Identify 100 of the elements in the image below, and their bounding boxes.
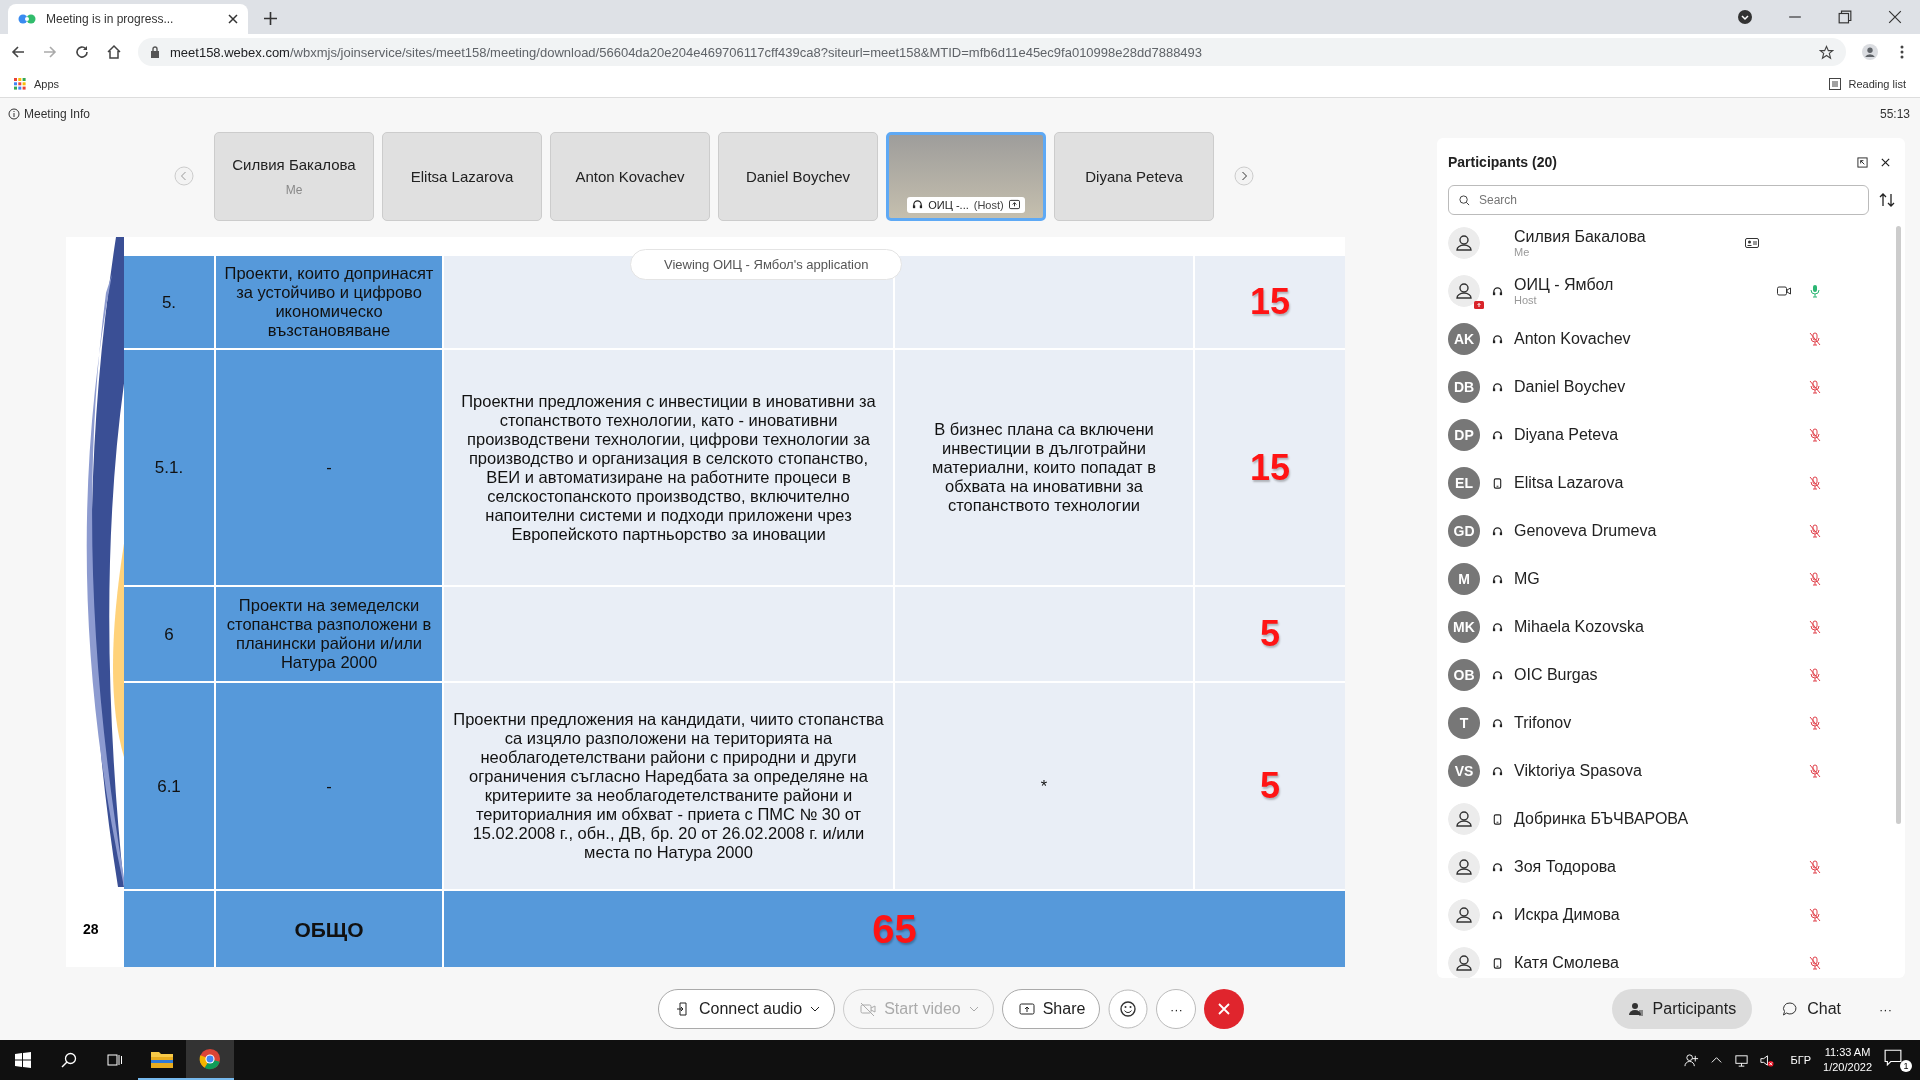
notification-icon: [1884, 1048, 1902, 1066]
participant-role: Me: [1514, 246, 1531, 258]
webex-logo-icon: [18, 13, 36, 25]
tab-title: Meeting is in progress...: [46, 12, 175, 26]
back-icon[interactable]: [10, 44, 26, 60]
participant-tile[interactable]: Anton Kovachev: [550, 131, 710, 221]
more-button[interactable]: ···: [1156, 989, 1197, 1029]
table-cell: *: [895, 683, 1193, 889]
sort-icon[interactable]: [1879, 192, 1895, 208]
reload-icon[interactable]: [74, 44, 90, 60]
chat-icon: [1782, 1001, 1799, 1017]
reading-list-button[interactable]: Reading list: [1828, 77, 1906, 90]
points-value: 5: [1260, 614, 1280, 654]
avatar: OB: [1448, 659, 1480, 691]
language-indicator[interactable]: БГР: [1790, 1054, 1812, 1066]
table-cell: Проектни предложения на кандидати, чиито стопанства са изцяло разположени на територията на необлагодетелствани райони с природни и други ограничения съгласно Наредбата за определяне на критериите за необлагодетелстваните райони и териториалния им обхват - приета с ПМС № 30 от 15.02.2008 г., обн., ДВ, бр. 20 от 26.02.2008 г. и/или места по Натура 2000: [444, 683, 893, 889]
participant-name: Силвия Бакалова: [1514, 228, 1647, 246]
next-icon[interactable]: [1234, 166, 1254, 186]
avatar-icon: [1448, 803, 1480, 835]
muted-mic-icon[interactable]: [1809, 716, 1821, 730]
avatar: DP: [1448, 419, 1480, 451]
participant-tile[interactable]: Силвия Бакалова Me: [214, 131, 374, 221]
participant-tile[interactable]: Diyana Peteva: [1054, 131, 1214, 221]
muted-mic-icon[interactable]: [1809, 908, 1821, 922]
table-cell: 5.1.: [124, 350, 214, 585]
search-field[interactable]: Search: [1448, 185, 1869, 215]
avatar: EL: [1448, 467, 1480, 499]
pop-out-icon[interactable]: [1857, 156, 1868, 168]
table-cell: -: [216, 683, 442, 889]
id-card-icon: [1745, 238, 1759, 248]
participant-role: Me: [285, 182, 303, 197]
muted-mic-icon[interactable]: [1809, 956, 1821, 970]
profile-icon[interactable]: [1862, 44, 1878, 60]
muted-mic-icon[interactable]: [1809, 428, 1821, 442]
participant-name: Искра Димова: [1514, 906, 1621, 924]
notification-count: 1: [1900, 1060, 1912, 1072]
chat-button[interactable]: Chat: [1766, 989, 1857, 1029]
participant-name: Trifonov: [1514, 714, 1573, 732]
avatar-icon: [1448, 899, 1480, 931]
participant-name: Diyana Peteva: [1514, 426, 1620, 444]
table-cell: 6.1: [124, 683, 214, 889]
close-icon[interactable]: [1888, 10, 1902, 24]
participant-name: Добринка БЪЧВАРОВА: [1514, 810, 1690, 828]
new-tab-icon[interactable]: [264, 12, 277, 25]
avatar: AK: [1448, 323, 1480, 355]
camera-icon: [1777, 286, 1791, 296]
muted-mic-icon[interactable]: [1809, 620, 1821, 634]
avatar-icon: [1448, 851, 1480, 883]
browser-icon[interactable]: [198, 1048, 222, 1070]
notification-button[interactable]: 1: [1884, 1048, 1912, 1072]
page-number: 28: [83, 921, 100, 937]
avatar: M: [1448, 563, 1480, 595]
clock[interactable]: 11:33 AM 1/20/2022: [1823, 1045, 1872, 1075]
tab-search-icon[interactable]: [1738, 10, 1752, 24]
participant-name: Elitsa Lazarova: [1514, 474, 1625, 492]
muted-mic-icon[interactable]: [1809, 380, 1821, 394]
restore-icon[interactable]: [1838, 10, 1852, 24]
video-tile[interactable]: ОИЦ -... (Host): [886, 131, 1046, 221]
muted-mic-icon[interactable]: [1809, 764, 1821, 778]
muted-mic-icon[interactable]: [1809, 332, 1821, 346]
browser-tab[interactable]: Meeting is in progress...: [8, 4, 248, 34]
participants-button[interactable]: Participants: [1611, 989, 1753, 1029]
participant-name: Катя Смолева: [1514, 954, 1620, 972]
participant-tile[interactable]: Elitsa Lazarova: [382, 131, 542, 221]
total-label: ОБЩО: [294, 919, 364, 939]
share-button[interactable]: Share: [1001, 989, 1101, 1029]
emoji-reaction-icon[interactable]: [1108, 989, 1149, 1029]
video-label: ОИЦ -... (Host): [907, 196, 1025, 213]
muted-mic-icon[interactable]: [1809, 572, 1821, 586]
close-icon[interactable]: [228, 14, 238, 24]
info-icon: [8, 108, 20, 120]
participant-name: MG: [1514, 570, 1541, 588]
muted-mic-icon[interactable]: [1809, 476, 1821, 490]
bookmark-link[interactable]: Apps: [14, 77, 60, 90]
caret-icon: [968, 1006, 979, 1012]
panel-title: Participants (20): [1448, 154, 1558, 170]
muted-mic-icon[interactable]: [1809, 524, 1821, 538]
participant-role: Host: [1514, 294, 1538, 306]
mic-icon[interactable]: [1809, 284, 1821, 298]
star-icon[interactable]: [1819, 44, 1834, 60]
address-bar[interactable]: meet158.webex.com/wbxmjs/joinservice/sites/meet158/meeting/download/56604da20e204e469706117cff439ca8?siteurl=meet158&MTID=mfb6d11e45ec9fa010998e28dd7888493: [138, 38, 1846, 66]
participant-name: Daniel Boychev: [745, 167, 851, 185]
avatar-icon: [1448, 275, 1480, 307]
headset-icon: [912, 199, 924, 210]
leave-meeting-icon[interactable]: [1204, 989, 1245, 1029]
home-icon[interactable]: [106, 44, 122, 60]
more-button[interactable]: ···: [1871, 997, 1900, 1021]
audio-button[interactable]: Connect audio: [658, 989, 836, 1029]
camera-off-icon: [860, 1001, 877, 1017]
muted-mic-icon[interactable]: [1809, 668, 1821, 682]
lock-icon: [150, 46, 160, 58]
participant-tile[interactable]: Daniel Boychev: [718, 131, 878, 221]
close-icon[interactable]: [1880, 156, 1891, 168]
meeting-info-button[interactable]: Meeting Info: [8, 107, 91, 121]
participant-name: OIC Burgas: [1514, 666, 1599, 684]
points-value: 15: [1249, 282, 1290, 322]
muted-mic-icon[interactable]: [1809, 860, 1821, 874]
table-cell: 5.: [124, 256, 214, 348]
table-cell: 6: [124, 587, 214, 681]
avatar: GD: [1448, 515, 1480, 547]
